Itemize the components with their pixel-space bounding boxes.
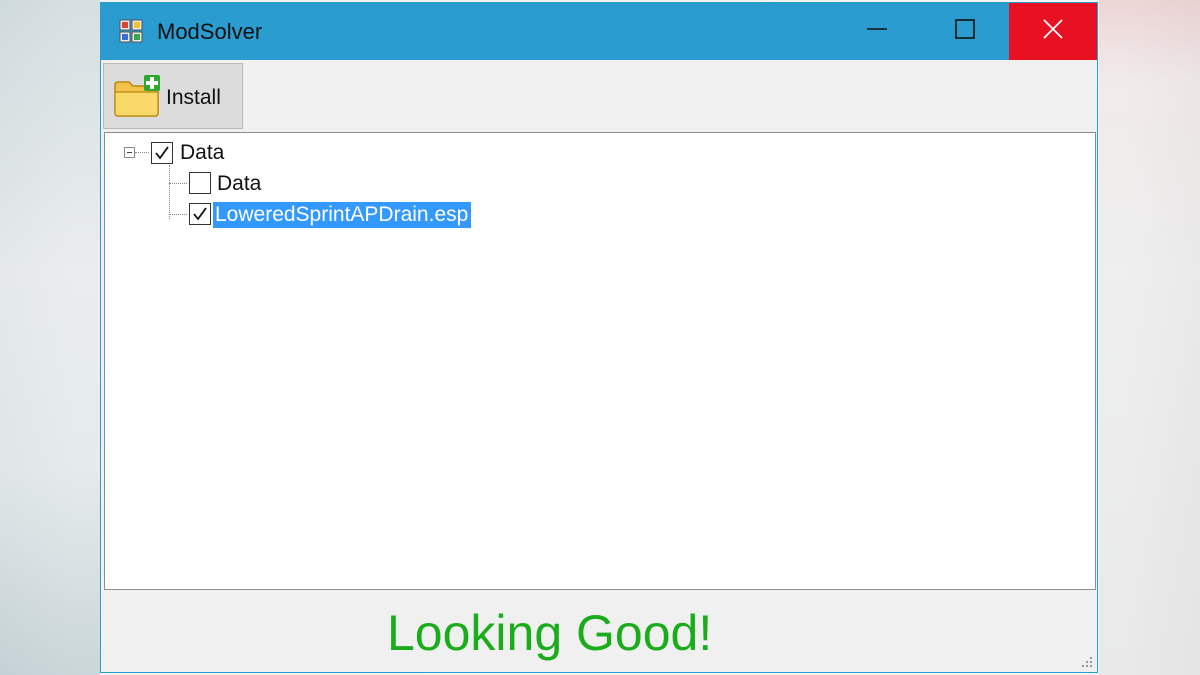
install-button[interactable]: Install [103,63,243,129]
tree-connector-child-2 [169,214,187,215]
close-button[interactable] [1009,3,1097,60]
title-bar[interactable]: ModSolver [101,3,1097,60]
minimize-button[interactable] [833,3,921,60]
maximize-button[interactable] [921,3,1009,60]
status-area: Looking Good! [101,591,1097,672]
modsolver-window: ModSolver Install Data Data LoweredSprin… [100,2,1098,673]
app-icon[interactable] [119,19,143,43]
tree-node-root-label[interactable]: Data [180,140,224,166]
close-icon [1043,19,1063,44]
root-data-checkbox[interactable] [151,142,173,164]
tree-node-child-1-label[interactable]: Data [217,171,261,197]
esp-file-checkbox[interactable] [189,203,211,225]
minimize-icon [867,19,887,44]
collapse-toggle[interactable] [124,147,135,158]
tree-connector-root [135,152,149,153]
toolbar: Install [101,60,1097,132]
tree-connector-child-1 [169,183,187,184]
tree-connector-vertical [169,165,170,219]
window-title: ModSolver [157,19,263,44]
resize-grip-icon[interactable] [1079,654,1093,668]
tree-node-child-2-label[interactable]: LoweredSprintAPDrain.esp [213,202,472,228]
folder-add-icon [112,73,162,119]
install-button-label: Install [166,86,221,109]
status-message: Looking Good! [387,605,713,661]
background-left [0,0,100,675]
file-tree[interactable]: Data Data LoweredSprintAPDrain.esp [104,132,1096,590]
child-data-checkbox[interactable] [189,172,211,194]
maximize-icon [955,19,975,44]
background-right [1099,0,1200,675]
